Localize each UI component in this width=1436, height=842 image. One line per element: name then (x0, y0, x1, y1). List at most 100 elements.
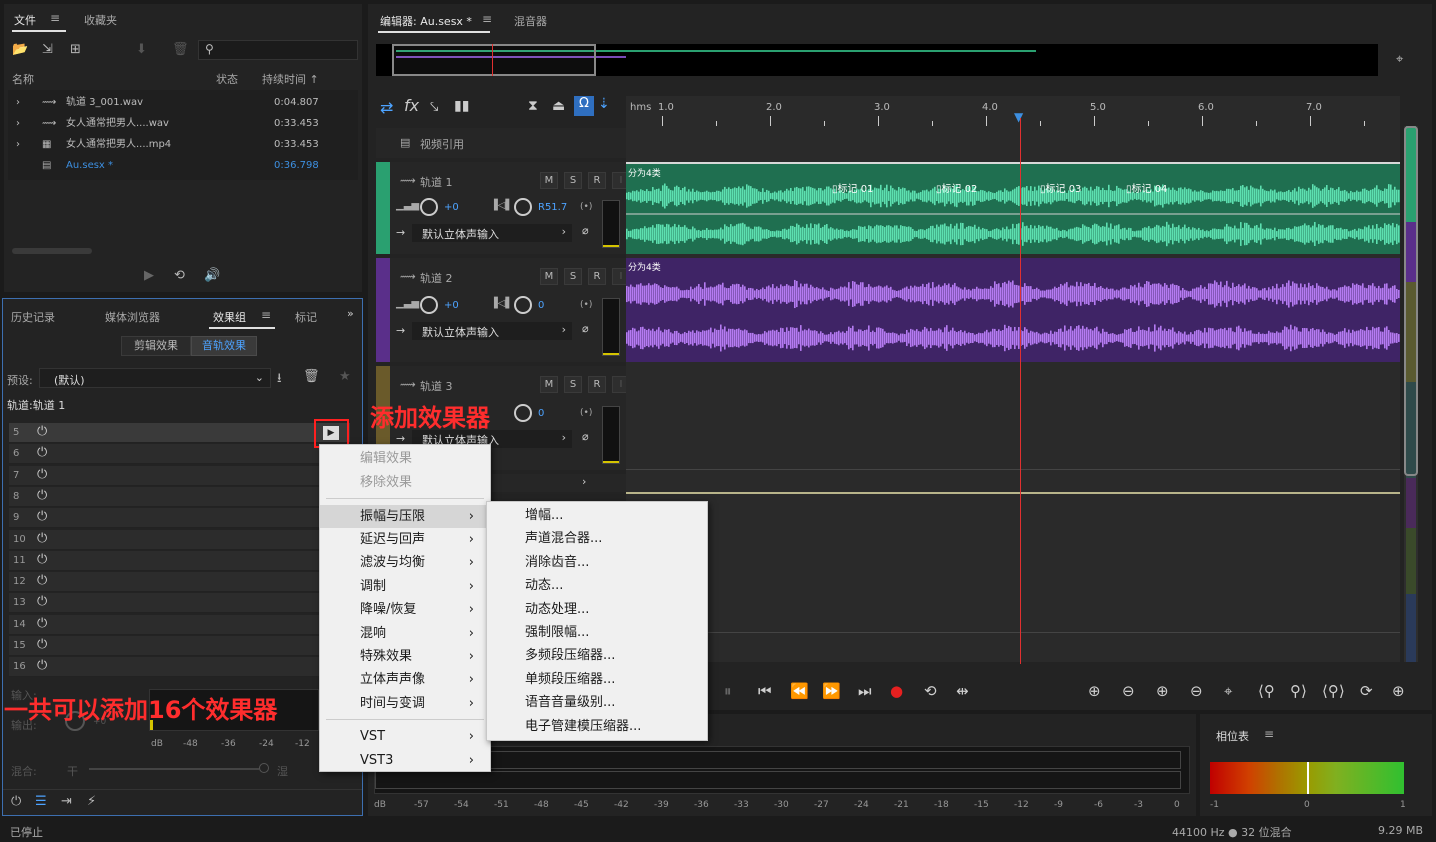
zoom-selection-icon[interactable]: ⟨⚲⟩ (1322, 682, 1345, 700)
submenu-item[interactable]: 电子管建模压缩器... (487, 715, 707, 738)
effect-slot[interactable]: 15 ⏻ (9, 636, 350, 656)
effect-slot[interactable]: 14 ⏻ (9, 614, 350, 635)
overview-window[interactable] (392, 44, 596, 76)
zoom-out-time-icon[interactable]: ⊖ (1190, 682, 1203, 700)
submenu-item[interactable]: 增幅... (487, 504, 707, 527)
mute-button[interactable]: M (540, 172, 558, 189)
record-button[interactable]: R (588, 172, 606, 189)
loop-icon[interactable]: ⟲ (924, 682, 937, 700)
zoom-navigator-icon[interactable]: ⌖ (1396, 52, 1403, 67)
track-name[interactable]: 轨道 3 (420, 378, 453, 394)
effect-slot[interactable]: 6 ⏻ (9, 444, 350, 465)
skip-selection-icon[interactable]: ⇹ (956, 682, 969, 700)
file-item[interactable]: › ⟿ 女人通常把男人....wav 0:33.453 (12, 113, 350, 134)
context-menu-item[interactable]: 混响 › (320, 622, 490, 645)
context-menu-item[interactable]: VST3 › (320, 749, 490, 772)
power-icon[interactable]: ⏻ (37, 509, 47, 524)
context-menu-item[interactable]: 振幅与压限 › (320, 505, 490, 528)
vertical-scrollbar[interactable] (1404, 126, 1418, 662)
tab-editor[interactable]: 编辑器: Au.sesx * (380, 13, 472, 29)
context-menu-item[interactable]: 立体声声像 › (320, 668, 490, 691)
context-menu-item[interactable]: 特殊效果 › (320, 645, 490, 668)
swap-icon[interactable]: ⇄ (380, 98, 393, 117)
import-icon[interactable]: ⇲ (42, 42, 53, 57)
effect-slot[interactable]: 9 ⏻ (9, 508, 350, 529)
expand-icon[interactable]: › (16, 134, 20, 155)
zoom-out-point-icon[interactable]: ⚲⟩ (1290, 682, 1307, 700)
send-icon[interactable]: ⤥ (430, 98, 438, 116)
context-menu-item[interactable]: 降噪/恢复 › (320, 598, 490, 621)
submenu-item[interactable]: 语音音量级别... (487, 691, 707, 714)
track-name[interactable]: 轨道 1 (420, 174, 453, 190)
scroll-thumb[interactable] (1404, 126, 1418, 476)
effect-slot[interactable]: 16 ⏻ (9, 657, 350, 678)
save-preset-icon[interactable]: ⭳ (277, 369, 282, 391)
marker-label[interactable]: ▯标记 04 (1126, 180, 1167, 195)
mix-slider-thumb[interactable] (259, 763, 269, 773)
power-icon[interactable]: ⏻ (11, 794, 21, 809)
tab-markers[interactable]: 标记 (295, 309, 317, 325)
marker-label[interactable]: ▯标记 02 (936, 180, 977, 195)
power-icon[interactable]: ⏻ (37, 637, 47, 652)
zoom-in-amplitude-icon[interactable]: ⊕ (1088, 682, 1101, 700)
eq-icon[interactable]: ▮▮ (454, 98, 469, 114)
skip-end-icon[interactable]: ⏭ (858, 682, 872, 700)
context-menu-item[interactable]: 时间与变调 › (320, 692, 490, 715)
delete-icon[interactable]: 🗑 (172, 42, 189, 57)
headphone-icon[interactable]: Ω (574, 96, 594, 116)
tab-favorites[interactable]: 收藏夹 (84, 12, 117, 28)
pan-value[interactable]: 0 (538, 300, 544, 311)
pan-value[interactable]: R51.7 (538, 202, 567, 213)
files-scrollbar[interactable] (12, 248, 92, 254)
snap-icon[interactable]: ⇣ (598, 96, 614, 116)
record-icon[interactable]: ● (890, 682, 903, 700)
phase-icon[interactable]: ⌀ (582, 430, 589, 443)
overview-bar[interactable] (376, 44, 1378, 76)
col-name-header[interactable]: 名称 (12, 71, 34, 87)
zoom-in-point-icon[interactable]: ⟨⚲ (1258, 682, 1275, 700)
zoom-reset-icon[interactable]: ⟳ (1360, 682, 1373, 700)
zoom-full-icon[interactable]: ⌖ (1224, 682, 1232, 700)
playhead-handle[interactable]: ▼ (1014, 110, 1023, 124)
fx-icon[interactable]: fx (404, 96, 419, 115)
expand-icon[interactable]: › (16, 92, 20, 113)
track-effects-tab[interactable]: 音轨效果 (191, 336, 257, 356)
time-ruler[interactable]: hms 1.0 2.0 3.0 4.0 5.0 6.0 7.0 ▼ (626, 96, 1400, 126)
power-icon[interactable]: ⏻ (37, 594, 47, 609)
submenu-item[interactable]: 多频段压缩器... (487, 644, 707, 667)
solo-button[interactable]: S (564, 172, 582, 189)
pan-knob-icon[interactable] (514, 296, 532, 314)
context-menu-item[interactable]: 调制 › (320, 575, 490, 598)
tab-effects-rack[interactable]: 效果组 (213, 309, 246, 325)
context-menu-item[interactable]: 延迟与回声 › (320, 528, 490, 551)
zoom-in-time-icon[interactable]: ⊕ (1156, 682, 1169, 700)
power-icon[interactable]: ⏻ (37, 467, 47, 482)
mute-button[interactable]: M (540, 268, 558, 285)
power-icon[interactable]: ⏻ (37, 658, 47, 673)
clip-effects-tab[interactable]: 剪辑效果 (121, 336, 191, 356)
solo-button[interactable]: S (564, 268, 582, 285)
submenu-item[interactable]: 动态... (487, 574, 707, 597)
mute-button[interactable]: M (540, 376, 558, 393)
new-file-icon[interactable]: ⊞ (70, 42, 81, 57)
forward-icon[interactable]: ⏩ (822, 682, 841, 700)
effect-slot[interactable]: 11 ⏻ (9, 550, 350, 571)
expand-icon[interactable]: › (16, 113, 20, 134)
mix-slider[interactable] (89, 768, 259, 770)
solo-button[interactable]: S (564, 376, 582, 393)
record-button[interactable]: R (588, 376, 606, 393)
files-search-input[interactable]: ⚲ (198, 40, 358, 60)
power-icon[interactable]: ⏻ (37, 616, 47, 631)
lightning-icon[interactable]: ⚡ (87, 794, 96, 809)
track-1-clip[interactable]: 分为4类 ▯标记 01 ▯标记 02 ▯标记 03 ▯标记 04 (626, 162, 1400, 254)
pan-knob-icon[interactable] (514, 198, 532, 216)
expand-panels-icon[interactable]: » (347, 307, 354, 320)
file-item[interactable]: › ⟿ 轨道 3_001.wav 0:04.807 (12, 92, 350, 113)
menu-icon[interactable]: ≡ (1264, 727, 1274, 741)
effect-slot[interactable]: 12 ⏻ (9, 572, 350, 593)
skip-start-icon[interactable]: ⏮ (758, 682, 772, 700)
chevron-right-icon[interactable]: › (582, 475, 586, 488)
tab-mixer[interactable]: 混音器 (514, 13, 547, 29)
tab-history[interactable]: 历史记录 (11, 309, 55, 325)
favorite-star-icon[interactable]: ★ (339, 369, 351, 384)
